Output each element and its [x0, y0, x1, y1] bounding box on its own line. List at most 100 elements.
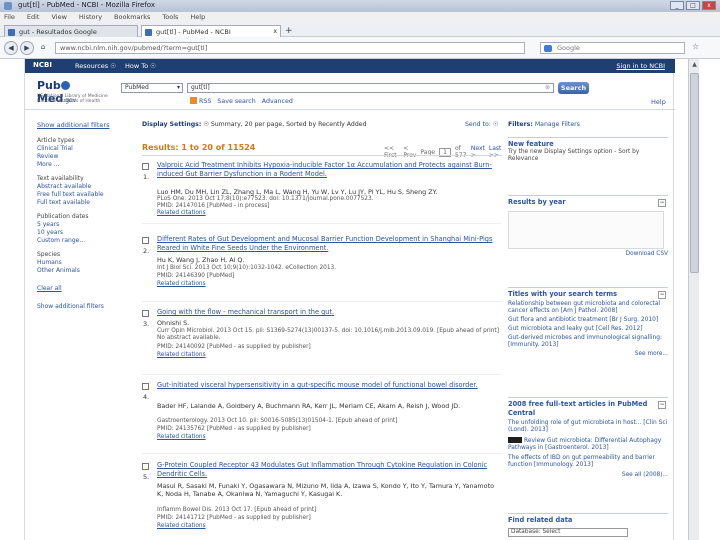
home-icon[interactable]: ⌂	[36, 41, 50, 55]
clear-icon[interactable]: ⊗	[545, 84, 550, 92]
menu-edit[interactable]: Edit	[27, 12, 40, 23]
scroll-up-icon[interactable]: ▲	[690, 61, 699, 70]
related-citations-link[interactable]: Related citations	[157, 210, 499, 217]
result-item-2: 2. Different Rates of Gut Development an…	[142, 235, 502, 295]
close-window-button[interactable]: x	[702, 1, 716, 10]
next-page-link[interactable]: Next >	[471, 145, 485, 159]
close-tab-icon[interactable]: x	[273, 28, 277, 35]
first-page-link[interactable]: << First	[384, 145, 399, 159]
filter-item[interactable]: Full text available	[37, 199, 137, 207]
result-checkbox[interactable]	[142, 237, 149, 244]
tab-strip: gut - Resultados Google gut[tl] - PubMed…	[0, 23, 720, 37]
related-citations-link[interactable]: Related citations	[157, 434, 499, 441]
result-checkbox[interactable]	[142, 163, 149, 170]
filter-item[interactable]: Humans	[37, 259, 137, 267]
result-checkbox[interactable]	[142, 463, 149, 470]
rss-link[interactable]: RSS	[199, 98, 211, 105]
result-title-link[interactable]: Valproic Acid Treatment Inhibits Hypoxia…	[157, 161, 499, 179]
database-dropdown[interactable]: Database: Select	[508, 528, 628, 537]
search-subnav: RSS Save search Advanced	[190, 97, 293, 105]
new-tab-button[interactable]: +	[285, 26, 293, 36]
advanced-link[interactable]: Advanced	[262, 98, 293, 105]
manage-filters-link[interactable]: Manage Filters	[535, 121, 580, 128]
address-bar[interactable]: www.ncbi.nlm.nih.gov/pubmed/?term=gut[tl…	[55, 42, 525, 54]
search-button[interactable]: Search	[558, 82, 589, 94]
results-by-year-chart[interactable]	[508, 211, 664, 249]
related-citations-link[interactable]: Related citations	[157, 523, 499, 530]
forward-button[interactable]: ▶	[20, 41, 34, 55]
show-more-filters-link[interactable]: Show additional filters	[37, 303, 137, 311]
pubmed-logo[interactable]: PubMed.gov	[37, 79, 95, 105]
ncbi-favicon-icon	[145, 29, 152, 36]
results-by-year-title: Results by year	[508, 198, 566, 206]
save-search-link[interactable]: Save search	[217, 98, 255, 105]
tab-google[interactable]: gut - Resultados Google	[4, 25, 138, 37]
related-citations-link[interactable]: Related citations	[157, 352, 499, 359]
filter-item[interactable]: Clinical Trial	[37, 145, 137, 153]
menu-file[interactable]: File	[4, 12, 15, 23]
menu-history[interactable]: History	[79, 12, 102, 23]
filter-item[interactable]: Abstract available	[37, 183, 137, 191]
search-input[interactable]: gut[tl] ⊗	[187, 83, 554, 93]
result-pmid: PMID: 24141712 [PubMed - as supplied by …	[157, 515, 311, 521]
page-margin-left	[0, 59, 24, 540]
review-badge-label: Review	[524, 438, 546, 444]
clear-all-link[interactable]: Clear all	[37, 285, 137, 293]
result-checkbox[interactable]	[142, 310, 149, 317]
menu-bar: File Edit View History Bookmarks Tools H…	[0, 12, 720, 23]
filter-item[interactable]: Free full text available	[37, 191, 137, 199]
menu-tools[interactable]: Tools	[162, 12, 178, 23]
filter-item[interactable]: Other Animals	[37, 267, 137, 275]
free-article-link[interactable]: The effects of IBD on gut permeability a…	[508, 455, 668, 469]
send-to-menu[interactable]: Send to: ☉	[465, 121, 498, 128]
help-link[interactable]: Help	[651, 98, 666, 106]
menu-view[interactable]: View	[51, 12, 66, 23]
collapse-icon[interactable]: −	[658, 199, 666, 207]
title-suggestion-link[interactable]: Gut microbiota and leaky gut [Cell Res. …	[508, 326, 668, 333]
howto-menu[interactable]: How To ☉	[125, 62, 156, 70]
last-page-link[interactable]: Last >>	[489, 145, 504, 159]
new-feature-text[interactable]: Try the new Display Settings option - So…	[508, 149, 668, 163]
collapse-icon[interactable]: −	[658, 401, 666, 409]
filter-item[interactable]: Custom range...	[37, 237, 137, 245]
result-separator	[142, 453, 502, 454]
results-by-year-header[interactable]: Results by year −	[508, 196, 668, 207]
filter-item[interactable]: 10 years	[37, 229, 137, 237]
page-scrollbar[interactable]: ▲	[688, 59, 699, 540]
result-title-link[interactable]: Gut-initiated visceral hypersensitivity …	[157, 381, 499, 390]
database-select[interactable]: PubMed ▾	[121, 83, 183, 93]
result-title-link[interactable]: G-Protein Coupled Receptor 43 Modulates …	[157, 461, 499, 479]
back-button[interactable]: ◀	[4, 41, 18, 55]
ncbi-logo[interactable]: NCBI	[33, 61, 52, 69]
result-title-link[interactable]: Going with the flow - mechanical transpo…	[157, 308, 499, 317]
filter-item[interactable]: More ...	[37, 161, 137, 169]
page-margin-right	[675, 59, 688, 540]
download-csv-link[interactable]: Download CSV	[508, 251, 668, 257]
menu-help[interactable]: Help	[190, 12, 205, 23]
scrollbar-thumb[interactable]	[690, 73, 699, 273]
bookmark-star-icon[interactable]: ☆	[692, 42, 699, 51]
collapse-icon[interactable]: −	[658, 291, 666, 299]
filter-item[interactable]: 5 years	[37, 221, 137, 229]
see-more-link[interactable]: See more...	[508, 351, 668, 357]
display-settings[interactable]: Display Settings: ☉ Summary, 20 per page…	[142, 121, 502, 128]
result-title-link[interactable]: Different Rates of Gut Development and M…	[157, 235, 499, 253]
title-suggestion-link[interactable]: Gut flora and antibiotic treatment [Br J…	[508, 317, 668, 324]
maximize-button[interactable]: □	[686, 1, 700, 10]
free-fulltext-header[interactable]: 2008 free full-text articles in PubMed C…	[508, 398, 668, 418]
show-filters-link[interactable]: Show additional filters	[37, 121, 137, 129]
tab-pubmed[interactable]: gut[tl] - PubMed - NCBI x	[141, 25, 281, 37]
minimize-button[interactable]: _	[670, 1, 684, 10]
menu-bookmarks[interactable]: Bookmarks	[114, 12, 150, 23]
title-suggestion-link[interactable]: Gut-derived microbes and immunological s…	[508, 335, 668, 349]
free-article-link[interactable]: The unfolding role of gut microbiota in …	[508, 420, 668, 434]
result-checkbox[interactable]	[142, 383, 149, 390]
title-suggestion-link[interactable]: Relationship between gut microbiota and …	[508, 301, 668, 315]
sign-in-link[interactable]: Sign in to NCBI	[616, 62, 665, 70]
prev-page-link[interactable]: < Prev	[403, 145, 416, 159]
see-all-link[interactable]: See all (2008)...	[508, 472, 668, 478]
filter-item[interactable]: Review	[37, 153, 137, 161]
web-search-input[interactable]: Google	[540, 42, 685, 54]
related-citations-link[interactable]: Related citations	[157, 281, 499, 288]
titles-header[interactable]: Titles with your search terms −	[508, 288, 668, 299]
